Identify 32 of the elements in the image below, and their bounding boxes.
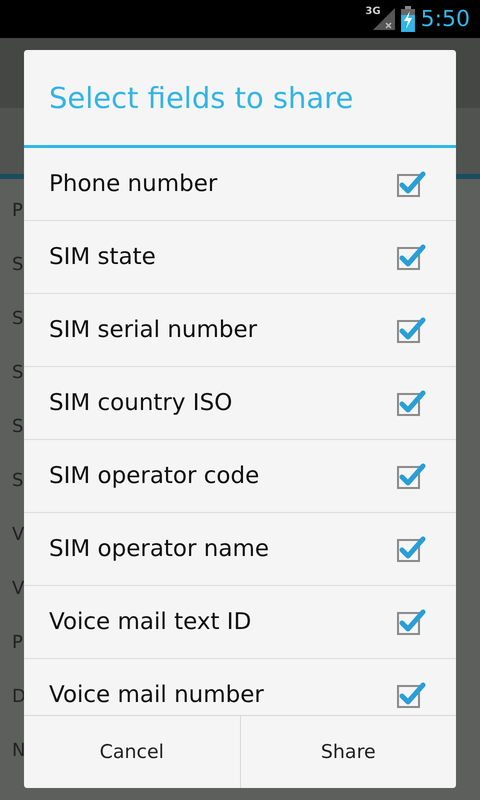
field-label: SIM operator code: [49, 463, 260, 489]
checkbox[interactable]: [396, 388, 426, 418]
checkbox[interactable]: [396, 315, 426, 345]
list-item-text: P: [12, 632, 23, 652]
cancel-button[interactable]: Cancel: [24, 716, 240, 788]
field-label: Phone number: [49, 171, 218, 197]
share-button[interactable]: Share: [240, 716, 456, 788]
field-label: SIM state: [49, 244, 156, 270]
list-item-text: V: [12, 578, 24, 598]
checkbox[interactable]: [396, 461, 426, 491]
list-item-text: S: [12, 362, 24, 382]
clock-time: 5:50: [420, 6, 470, 32]
list-item-text: S: [12, 308, 24, 328]
field-label: SIM country ISO: [49, 390, 232, 416]
network-type: 3G: [365, 6, 381, 17]
checkbox[interactable]: [396, 169, 426, 199]
list-item-text: S: [12, 470, 24, 490]
checkbox[interactable]: [396, 534, 426, 564]
list-item-text: S: [12, 416, 24, 436]
field-label: Voice mail number: [49, 682, 264, 708]
checkbox[interactable]: [396, 680, 426, 710]
list-item-text: N: [12, 740, 26, 760]
battery-charging-icon: [400, 6, 415, 32]
checkbox[interactable]: [396, 607, 426, 637]
field-label: Voice mail text ID: [49, 609, 252, 635]
field-label: SIM operator name: [49, 536, 269, 562]
field-label: SIM serial number: [49, 317, 258, 343]
list-item-text: V: [12, 524, 24, 544]
list-item-text: S: [12, 254, 24, 274]
dialog-title: Select fields to share: [24, 50, 456, 148]
checkbox[interactable]: [396, 242, 426, 272]
list-item-text: P: [12, 200, 23, 220]
